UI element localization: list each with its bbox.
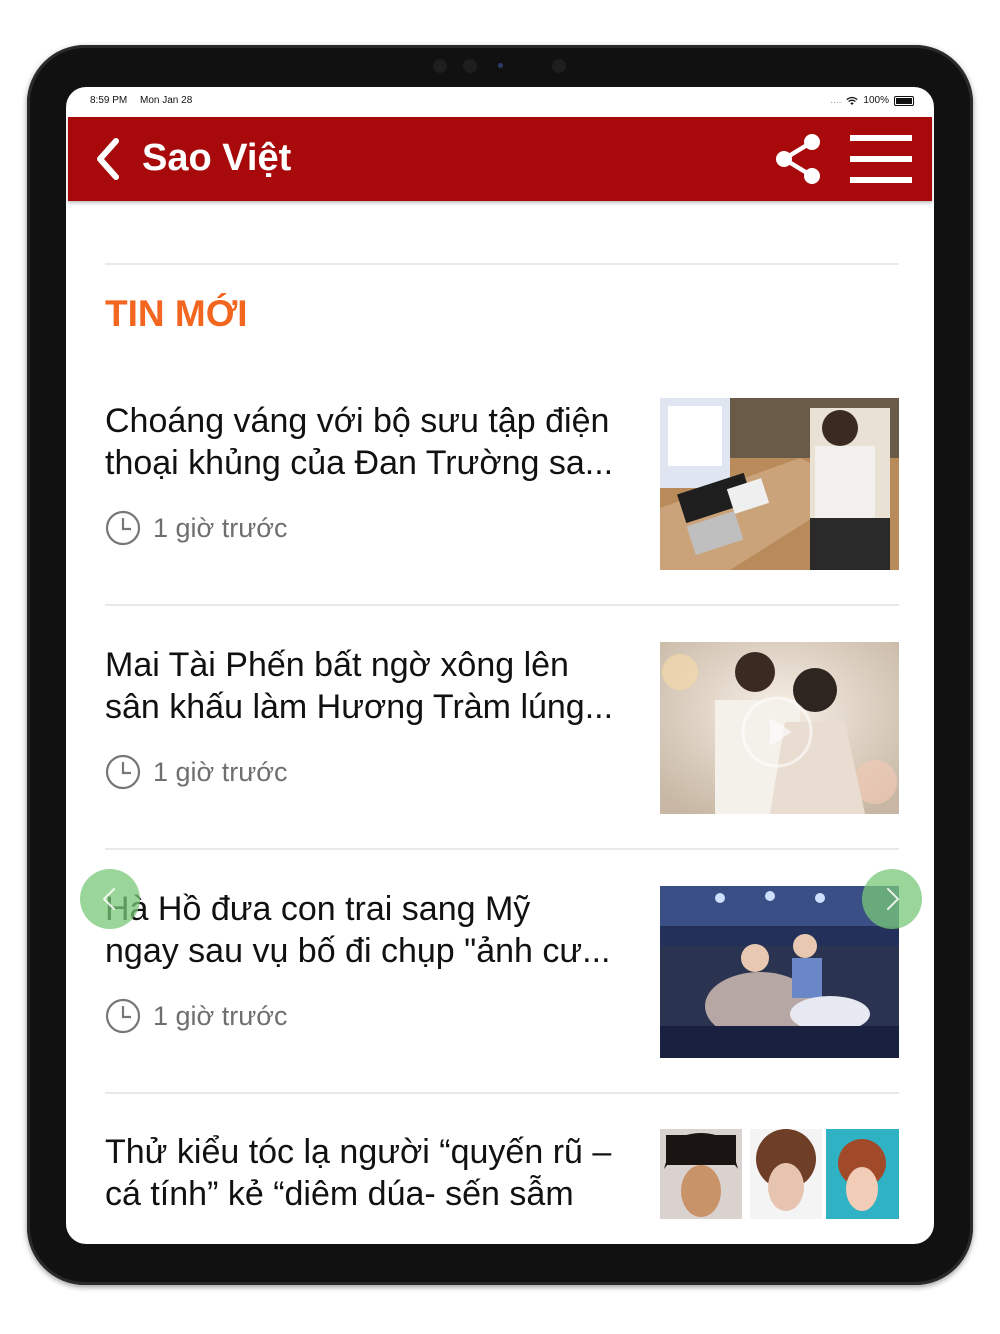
section-title: TIN MỚI [105, 293, 248, 334]
article-headline-line: ngay sau vụ bố đi chụp "ảnh cư... [105, 932, 611, 970]
camera-sensor-2 [552, 59, 566, 73]
article-headline-line: Mai Tài Phến bất ngờ xông lên [105, 646, 569, 684]
clock-icon [105, 754, 141, 790]
article-time: 1 giờ trước [153, 513, 288, 543]
clock-icon [105, 510, 141, 546]
screen: 8:59 PM Mon Jan 28 .... 100% Sao Việt TI… [66, 87, 934, 1244]
article-headline-line: Hà Hồ đưa con trai sang Mỹ [105, 890, 531, 928]
article-card[interactable]: Mai Tài Phến bất ngờ xông lên sân khấu l… [105, 642, 899, 814]
chevron-right-icon [887, 888, 899, 910]
thumbnail-image [660, 398, 899, 570]
article-headline[interactable]: Mai Tài Phến bất ngờ xông lên sân khấu l… [105, 644, 635, 728]
status-time: 8:59 PM [90, 95, 128, 106]
article-headline[interactable]: Hà Hồ đưa con trai sang Mỹ ngay sau vụ b… [105, 888, 635, 972]
article-meta: 1 giờ trước [105, 510, 288, 546]
divider [105, 848, 899, 850]
article-thumbnail[interactable] [660, 398, 899, 570]
app-title: Sao Việt [142, 137, 292, 179]
battery-percent: 100% [863, 95, 889, 106]
article-card[interactable]: Thử kiểu tóc lạ người “quyến rũ – cá tín… [105, 1129, 899, 1244]
thumbnail-image [660, 1129, 899, 1244]
chevron-left-icon [103, 888, 115, 910]
battery-icon [894, 95, 914, 106]
share-icon[interactable] [774, 133, 822, 185]
article-card[interactable]: Choáng váng với bộ sưu tập điện thoại kh… [105, 398, 899, 570]
divider [105, 1092, 899, 1094]
article-headline[interactable]: Thử kiểu tóc lạ người “quyến rũ – cá tín… [105, 1131, 635, 1215]
status-date: Mon Jan 28 [140, 95, 193, 106]
carousel-next-button[interactable] [862, 869, 922, 929]
article-headline[interactable]: Choáng váng với bộ sưu tập điện thoại kh… [105, 400, 635, 484]
status-indicators: .... 100% [830, 95, 914, 106]
article-time: 1 giờ trước [153, 757, 288, 787]
status-bar: 8:59 PM Mon Jan 28 .... 100% [66, 87, 934, 117]
article-meta: 1 giờ trước [105, 998, 288, 1034]
article-headline-line: cá tính” kẻ “diêm dúa- sến sẫm [105, 1175, 574, 1213]
hamburger-menu-icon[interactable] [850, 133, 912, 185]
article-headline-line: Thử kiểu tóc lạ người “quyến rũ – [105, 1133, 612, 1171]
chevron-left-icon[interactable] [92, 137, 122, 181]
thumbnail-image [660, 642, 899, 814]
camera-sensor [433, 59, 447, 73]
clock-icon [105, 998, 141, 1034]
signal-dots: .... [830, 95, 842, 106]
app-bar: Sao Việt [68, 117, 932, 201]
article-headline-line: thoại khủng của Đan Trường sa... [105, 444, 614, 482]
article-thumbnail[interactable] [660, 1129, 899, 1244]
camera-lens [463, 59, 477, 73]
carousel-prev-button[interactable] [80, 869, 140, 929]
wifi-icon [846, 96, 859, 105]
camera-indicator [498, 63, 503, 68]
article-thumbnail[interactable] [660, 642, 899, 814]
article-headline-line: Choáng váng với bộ sưu tập điện [105, 402, 610, 440]
article-headline-line: sân khấu làm Hương Tràm lúng... [105, 688, 614, 726]
article-time: 1 giờ trước [153, 1001, 288, 1031]
article-meta: 1 giờ trước [105, 754, 288, 790]
divider [105, 604, 899, 606]
divider [105, 263, 899, 265]
article-card[interactable]: Hà Hồ đưa con trai sang Mỹ ngay sau vụ b… [105, 886, 899, 1058]
